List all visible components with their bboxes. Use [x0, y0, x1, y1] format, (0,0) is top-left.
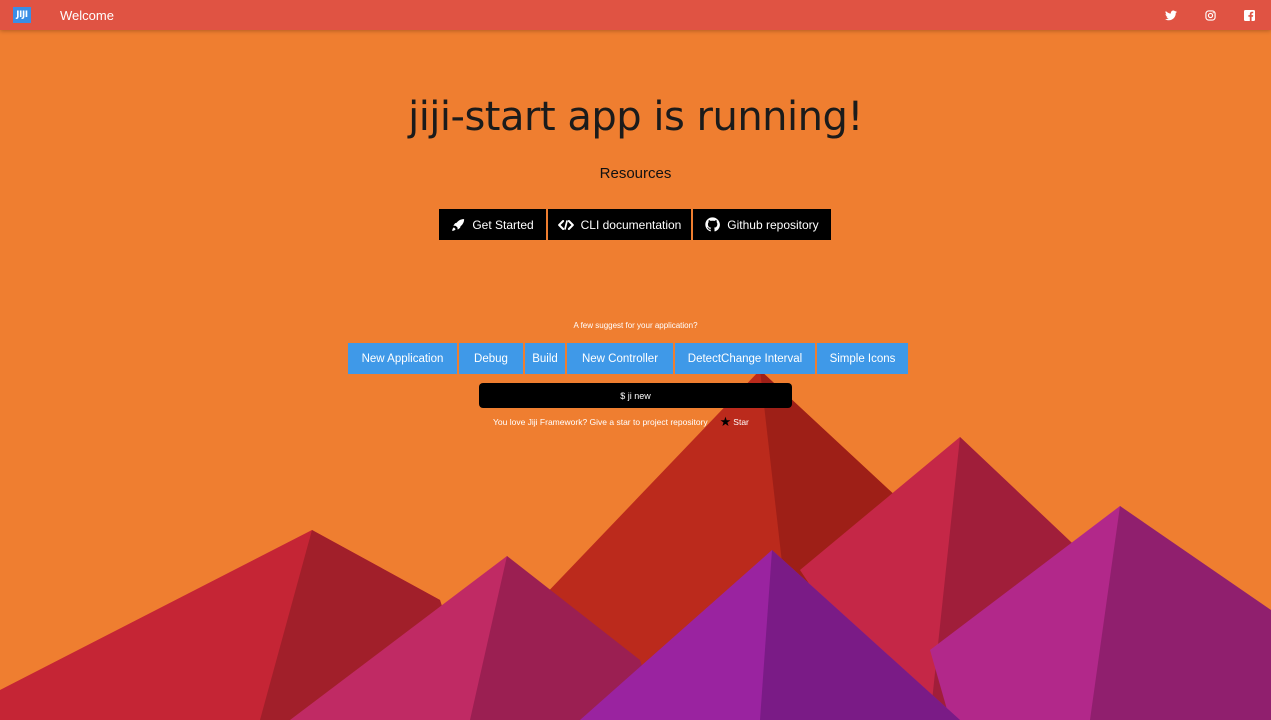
suggestion-detectchange-interval[interactable]: DetectChange Interval — [675, 343, 815, 374]
rocket-icon — [452, 218, 465, 231]
suggestion-build[interactable]: Build — [525, 343, 565, 374]
cli-documentation-button[interactable]: CLI documentation — [548, 209, 691, 240]
github-repository-label: Github repository — [727, 217, 819, 232]
suggestion-new-application[interactable]: New Application — [348, 343, 457, 374]
suggestion-debug[interactable]: Debug — [459, 343, 523, 374]
resources-buttons: Get Started CLI documentation Github rep… — [439, 209, 833, 240]
get-started-button[interactable]: Get Started — [439, 209, 546, 240]
suggestion-chips: New Application Debug Build New Controll… — [348, 343, 910, 374]
get-started-label: Get Started — [472, 217, 534, 232]
resources-heading: Resources — [599, 165, 672, 182]
suggestions-prompt: A few suggest for your application? — [573, 321, 698, 330]
suggestion-new-controller[interactable]: New Controller — [567, 343, 673, 374]
cli-documentation-label: CLI documentation — [580, 217, 682, 232]
twitter-icon[interactable] — [1163, 7, 1179, 23]
star-button[interactable]: ★ Star — [720, 414, 749, 430]
navbar-title: Welcome — [60, 7, 114, 23]
top-navbar: JIJI Welcome — [0, 0, 1271, 30]
code-icon — [557, 219, 574, 230]
jiji-logo[interactable]: JIJI — [13, 7, 31, 23]
facebook-icon[interactable] — [1241, 7, 1257, 23]
star-prompt-text: You love Jiji Framework? Give a star to … — [493, 417, 708, 427]
command-display: $ ji new — [479, 383, 792, 408]
star-label: Star — [733, 417, 749, 427]
star-prompt: You love Jiji Framework? Give a star to … — [493, 414, 749, 430]
instagram-icon[interactable] — [1202, 7, 1218, 23]
page-title: jiji-start app is running! — [408, 94, 863, 140]
github-icon — [705, 217, 721, 232]
suggestion-simple-icons[interactable]: Simple Icons — [817, 343, 908, 374]
github-repository-button[interactable]: Github repository — [693, 209, 831, 240]
star-icon: ★ — [719, 414, 732, 429]
